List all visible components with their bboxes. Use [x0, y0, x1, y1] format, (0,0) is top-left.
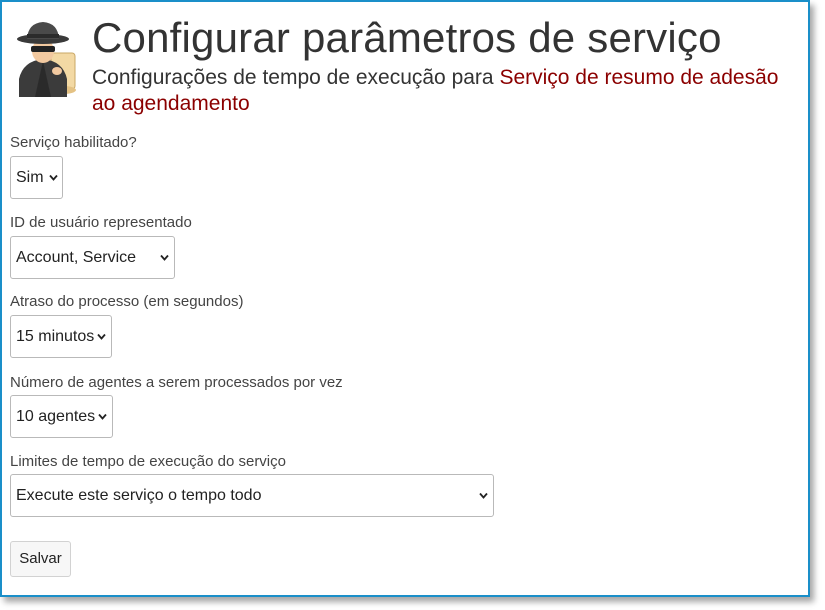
- enabled-label: Serviço habilitado?: [10, 134, 137, 151]
- chevron-down-icon: [160, 254, 169, 261]
- impersonated-user-select[interactable]: Account, Service: [10, 236, 175, 279]
- process-delay-select[interactable]: 15 minutos: [10, 315, 112, 358]
- page-title: Configurar parâmetros de serviço: [92, 14, 722, 61]
- chevron-down-icon: [49, 174, 58, 181]
- chevron-down-icon: [479, 492, 488, 499]
- agents-per-batch-select-value: 10 agentes: [16, 408, 96, 425]
- process-delay-label: Atraso do processo (em segundos): [10, 293, 244, 310]
- impersonated-user-label: ID de usuário representado: [10, 214, 192, 231]
- page-subtitle: Configurações de tempo de execução para …: [92, 65, 806, 117]
- enabled-select-value: Sim: [16, 169, 44, 186]
- runtime-limits-select[interactable]: Execute este serviço o tempo todo: [10, 474, 494, 517]
- process-delay-select-value: 15 minutos: [16, 328, 95, 345]
- save-button[interactable]: Salvar: [10, 541, 71, 577]
- page-frame: Configurar parâmetros de serviço Configu…: [0, 0, 810, 597]
- enabled-select[interactable]: Sim: [10, 156, 63, 199]
- runtime-limits-label: Limites de tempo de execução do serviço: [10, 453, 286, 470]
- chevron-down-icon: [97, 333, 106, 340]
- agents-per-batch-label: Número de agentes a serem processados po…: [10, 374, 343, 391]
- runtime-limits-select-value: Execute este serviço o tempo todo: [16, 487, 262, 504]
- chevron-down-icon: [98, 413, 107, 420]
- spy-agent-icon: [17, 22, 76, 97]
- agents-per-batch-select[interactable]: 10 agentes: [10, 395, 113, 438]
- subtitle-prefix: Configurações de tempo de execução para: [92, 66, 500, 89]
- impersonated-user-select-value: Account, Service: [16, 249, 137, 266]
